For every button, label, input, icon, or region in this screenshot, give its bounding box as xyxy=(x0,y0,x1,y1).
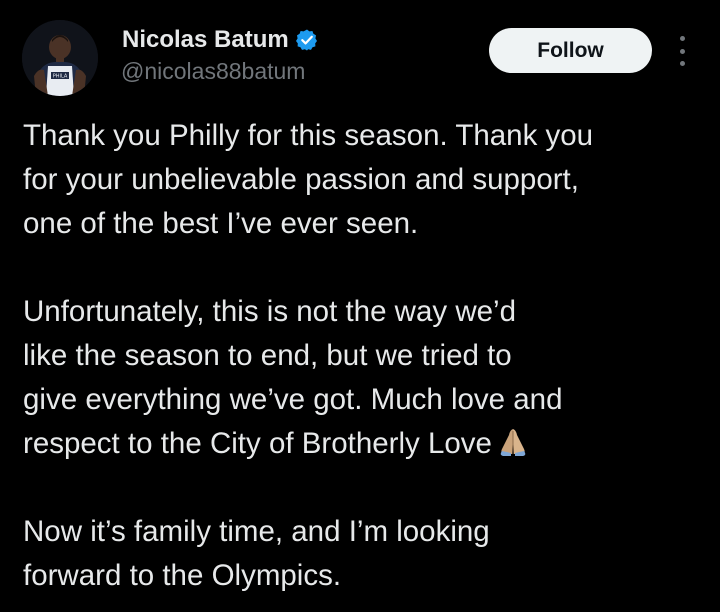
folded-hands-icon xyxy=(496,426,530,470)
tweet-paragraph-2: Unfortunately, this is not the way we’d … xyxy=(23,290,713,466)
avatar-photo: PHILA xyxy=(22,20,98,96)
more-vertical-icon[interactable] xyxy=(674,36,690,66)
more-dot xyxy=(679,36,685,41)
tweet-paragraph-3: Now it’s family time, and I’m looking fo… xyxy=(23,510,713,598)
tweet-line: like the season to end, but we tried to xyxy=(23,339,512,372)
tweet-line: give everything we’ve got. Much love and xyxy=(23,383,563,416)
tweet-line: Now it’s family time, and I’m looking xyxy=(23,515,490,548)
tweet-line-with-emoji: respect to the City of Brotherly Love xyxy=(23,422,713,466)
avatar-jersey-text: PHILA xyxy=(53,74,68,80)
tweet-line: for your unbelievable passion and suppor… xyxy=(23,163,579,196)
tweet-text: Thank you Philly for this season. Thank … xyxy=(23,114,713,598)
tweet-line: forward to the Olympics. xyxy=(23,559,342,592)
tweet-card: PHILA Nicolas Batum @nicolas88batum Foll… xyxy=(0,0,720,612)
tweet-paragraph-1: Thank you Philly for this season. Thank … xyxy=(23,114,713,246)
follow-button[interactable]: Follow xyxy=(489,28,652,73)
tweet-line: Thank you Philly for this season. Thank … xyxy=(23,119,594,152)
author-name-row: Nicolas Batum xyxy=(122,24,319,56)
tweet-line-text: respect to the City of Brotherly Love xyxy=(23,427,492,460)
author-handle[interactable]: @nicolas88batum xyxy=(121,58,305,85)
avatar[interactable]: PHILA xyxy=(22,20,98,96)
more-dot xyxy=(679,48,685,54)
more-dot xyxy=(679,61,685,66)
tweet-line: one of the best I’ve ever seen. xyxy=(23,207,419,240)
tweet-line: Unfortunately, this is not the way we’d xyxy=(23,295,517,328)
verified-badge-icon xyxy=(295,28,319,52)
author-display-name[interactable]: Nicolas Batum xyxy=(122,26,289,54)
